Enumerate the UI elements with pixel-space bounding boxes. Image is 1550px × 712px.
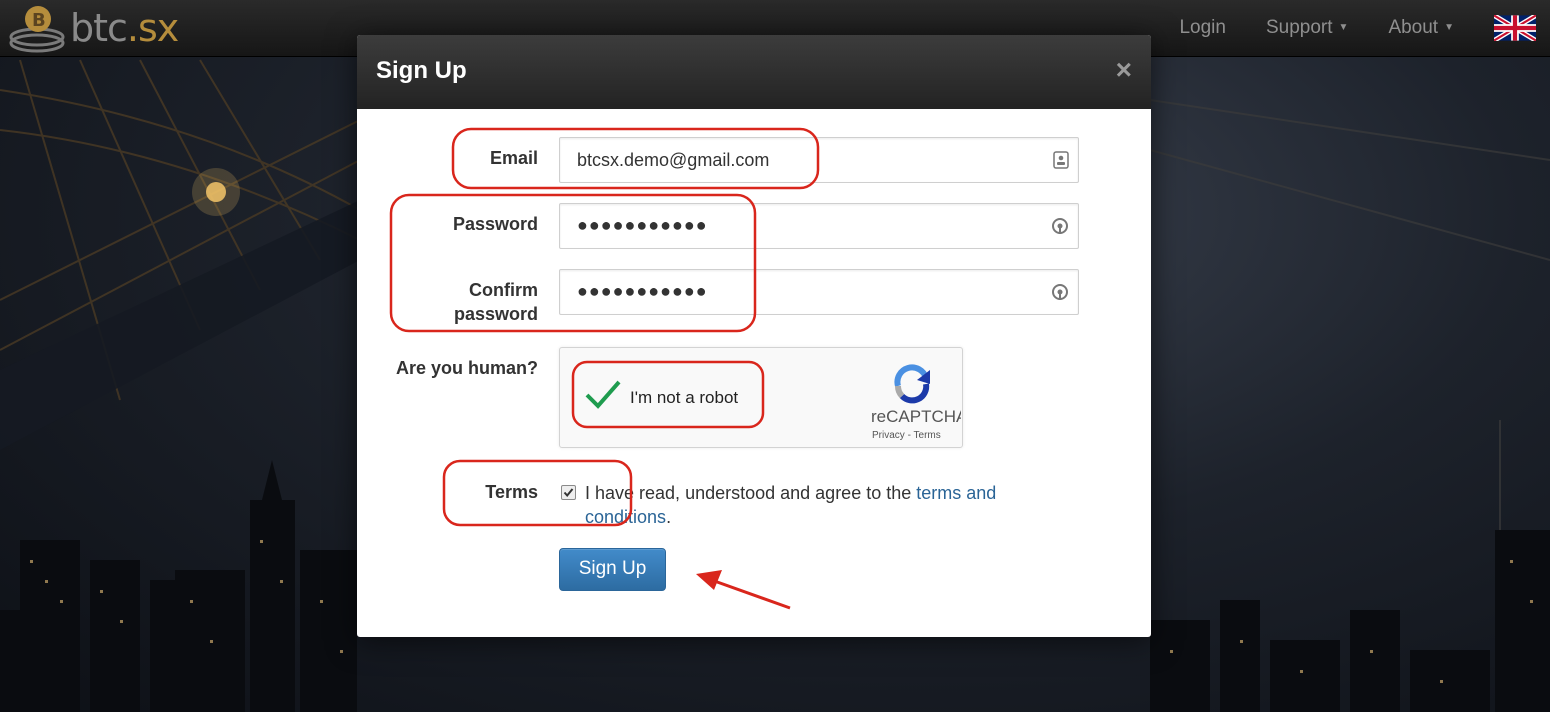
caret-down-icon: ▼ — [1444, 22, 1454, 34]
brand-logo[interactable]: B btc.sx — [8, 0, 179, 56]
checkmark-icon — [563, 488, 574, 498]
nav-links: Login Support ▼ About ▼ — [1179, 0, 1550, 56]
email-value: btcsx.demo@gmail.com — [577, 150, 770, 170]
confirm-password-field[interactable]: ●●●●●●●●●●● — [559, 269, 1079, 315]
terms-label: Terms — [485, 482, 538, 502]
bitcoin-logo-icon: B — [9, 6, 65, 53]
password-label: Password — [452, 214, 538, 234]
recaptcha-privacy-link[interactable]: Privacy — [872, 430, 905, 441]
terms-checkbox[interactable] — [561, 485, 576, 500]
recaptcha-links: Privacy - Terms — [872, 430, 941, 441]
confirm-password-label: Confirm password — [453, 280, 538, 324]
recaptcha-terms-link[interactable]: Terms — [914, 430, 941, 441]
email-label: Email — [489, 148, 538, 168]
signup-modal: Sign Up × Email btcsx.demo@gmail.com Pas… — [357, 35, 1151, 637]
close-icon[interactable]: × — [1116, 54, 1132, 86]
brand-name: btc.sx — [70, 6, 179, 50]
email-field[interactable]: btcsx.demo@gmail.com — [559, 137, 1079, 183]
confirm-password-value: ●●●●●●●●●●● — [577, 281, 708, 301]
signup-button[interactable]: Sign Up — [559, 548, 666, 591]
recaptcha-brand: reCAPTCHA — [871, 407, 961, 426]
human-label: Are you human? — [395, 358, 538, 378]
modal-title: Sign Up — [376, 57, 467, 84]
nav-support-dropdown[interactable]: Support ▼ — [1266, 17, 1348, 39]
caret-down-icon: ▼ — [1338, 22, 1349, 34]
terms-text: I have read, understood and agree to the… — [585, 483, 997, 527]
modal-header: Sign Up × — [357, 35, 1151, 109]
password-value: ●●●●●●●●●●● — [577, 215, 708, 235]
recaptcha-widget: I'm not a robot reCAPTCHA Privacy - Term… — [559, 347, 963, 448]
captcha-checkmark-icon[interactable] — [584, 378, 622, 410]
captcha-label: I'm not a robot — [630, 388, 739, 407]
contact-card-icon[interactable] — [1053, 151, 1069, 169]
uk-flag-icon[interactable] — [1494, 15, 1536, 41]
recaptcha-logo-icon — [894, 364, 930, 404]
password-key-icon[interactable] — [1051, 217, 1069, 235]
password-key-icon[interactable] — [1051, 283, 1069, 301]
nav-about-dropdown[interactable]: About ▼ — [1388, 17, 1454, 39]
password-field[interactable]: ●●●●●●●●●●● — [559, 203, 1079, 249]
svg-text:B: B — [32, 10, 46, 31]
nav-login-link[interactable]: Login — [1179, 17, 1226, 39]
